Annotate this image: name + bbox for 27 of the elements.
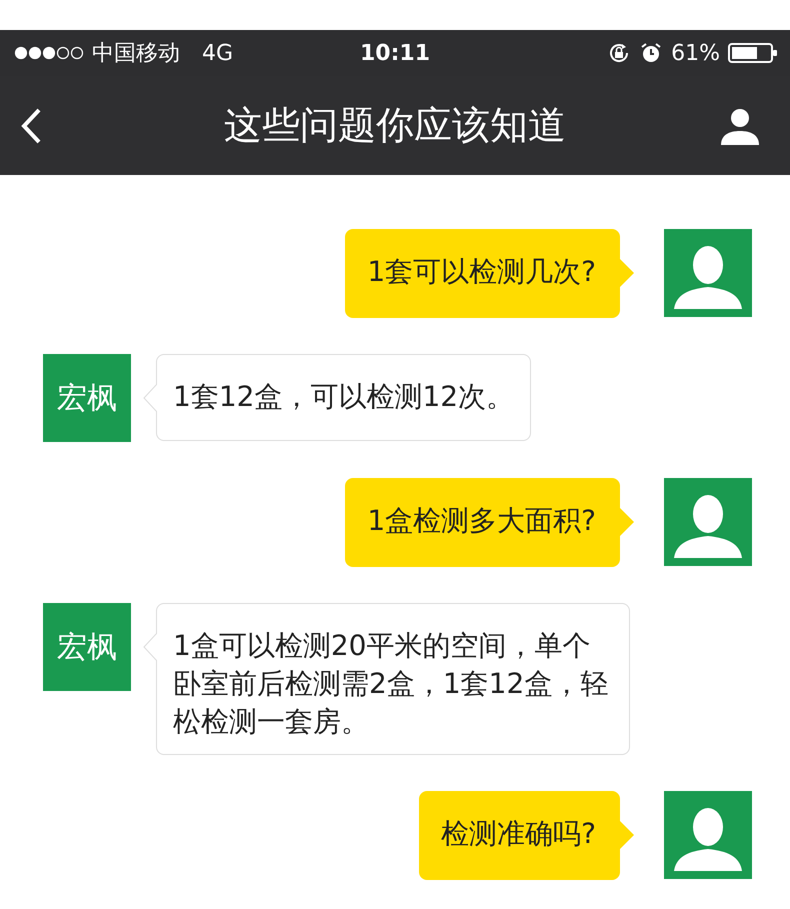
user-avatar-icon (664, 791, 752, 880)
received-message-bubble: 1盒可以检测20平米的空间，单个卧室前后检测需2盒，1套12盒，轻松检测一套房。 (156, 603, 630, 756)
profile-button[interactable] (720, 106, 760, 144)
brand-avatar: 宏枫 (43, 603, 131, 691)
bubble-tail (620, 259, 634, 287)
alarm-icon (639, 41, 664, 65)
sent-message-bubble: 1套可以检测几次? (345, 229, 620, 318)
sent-message-bubble: 1盒检测多大面积? (345, 478, 620, 567)
sent-message-bubble: 检测准确吗? (419, 791, 620, 880)
bubble-tail (143, 384, 157, 412)
signal-icon (14, 46, 84, 60)
bubble-tail (143, 633, 157, 661)
network-type: 4G (202, 40, 234, 66)
user-avatar-icon (664, 229, 752, 317)
person-icon (720, 106, 760, 144)
bubble-tail (620, 508, 634, 536)
back-icon (20, 106, 42, 144)
battery-icon (728, 41, 778, 65)
user-avatar-icon (664, 478, 752, 566)
brand-avatar: 宏枫 (43, 354, 131, 442)
chat-title: 这些问题你应该知道 (224, 102, 566, 149)
bubble-tail (620, 821, 634, 850)
carrier-name: 中国移动 (92, 40, 180, 68)
battery-percent: 61% (671, 40, 720, 66)
received-message-bubble: 1套12盒，可以检测12次。 (156, 354, 532, 441)
back-button[interactable] (20, 106, 42, 144)
clock-time: 10:11 (360, 40, 430, 66)
